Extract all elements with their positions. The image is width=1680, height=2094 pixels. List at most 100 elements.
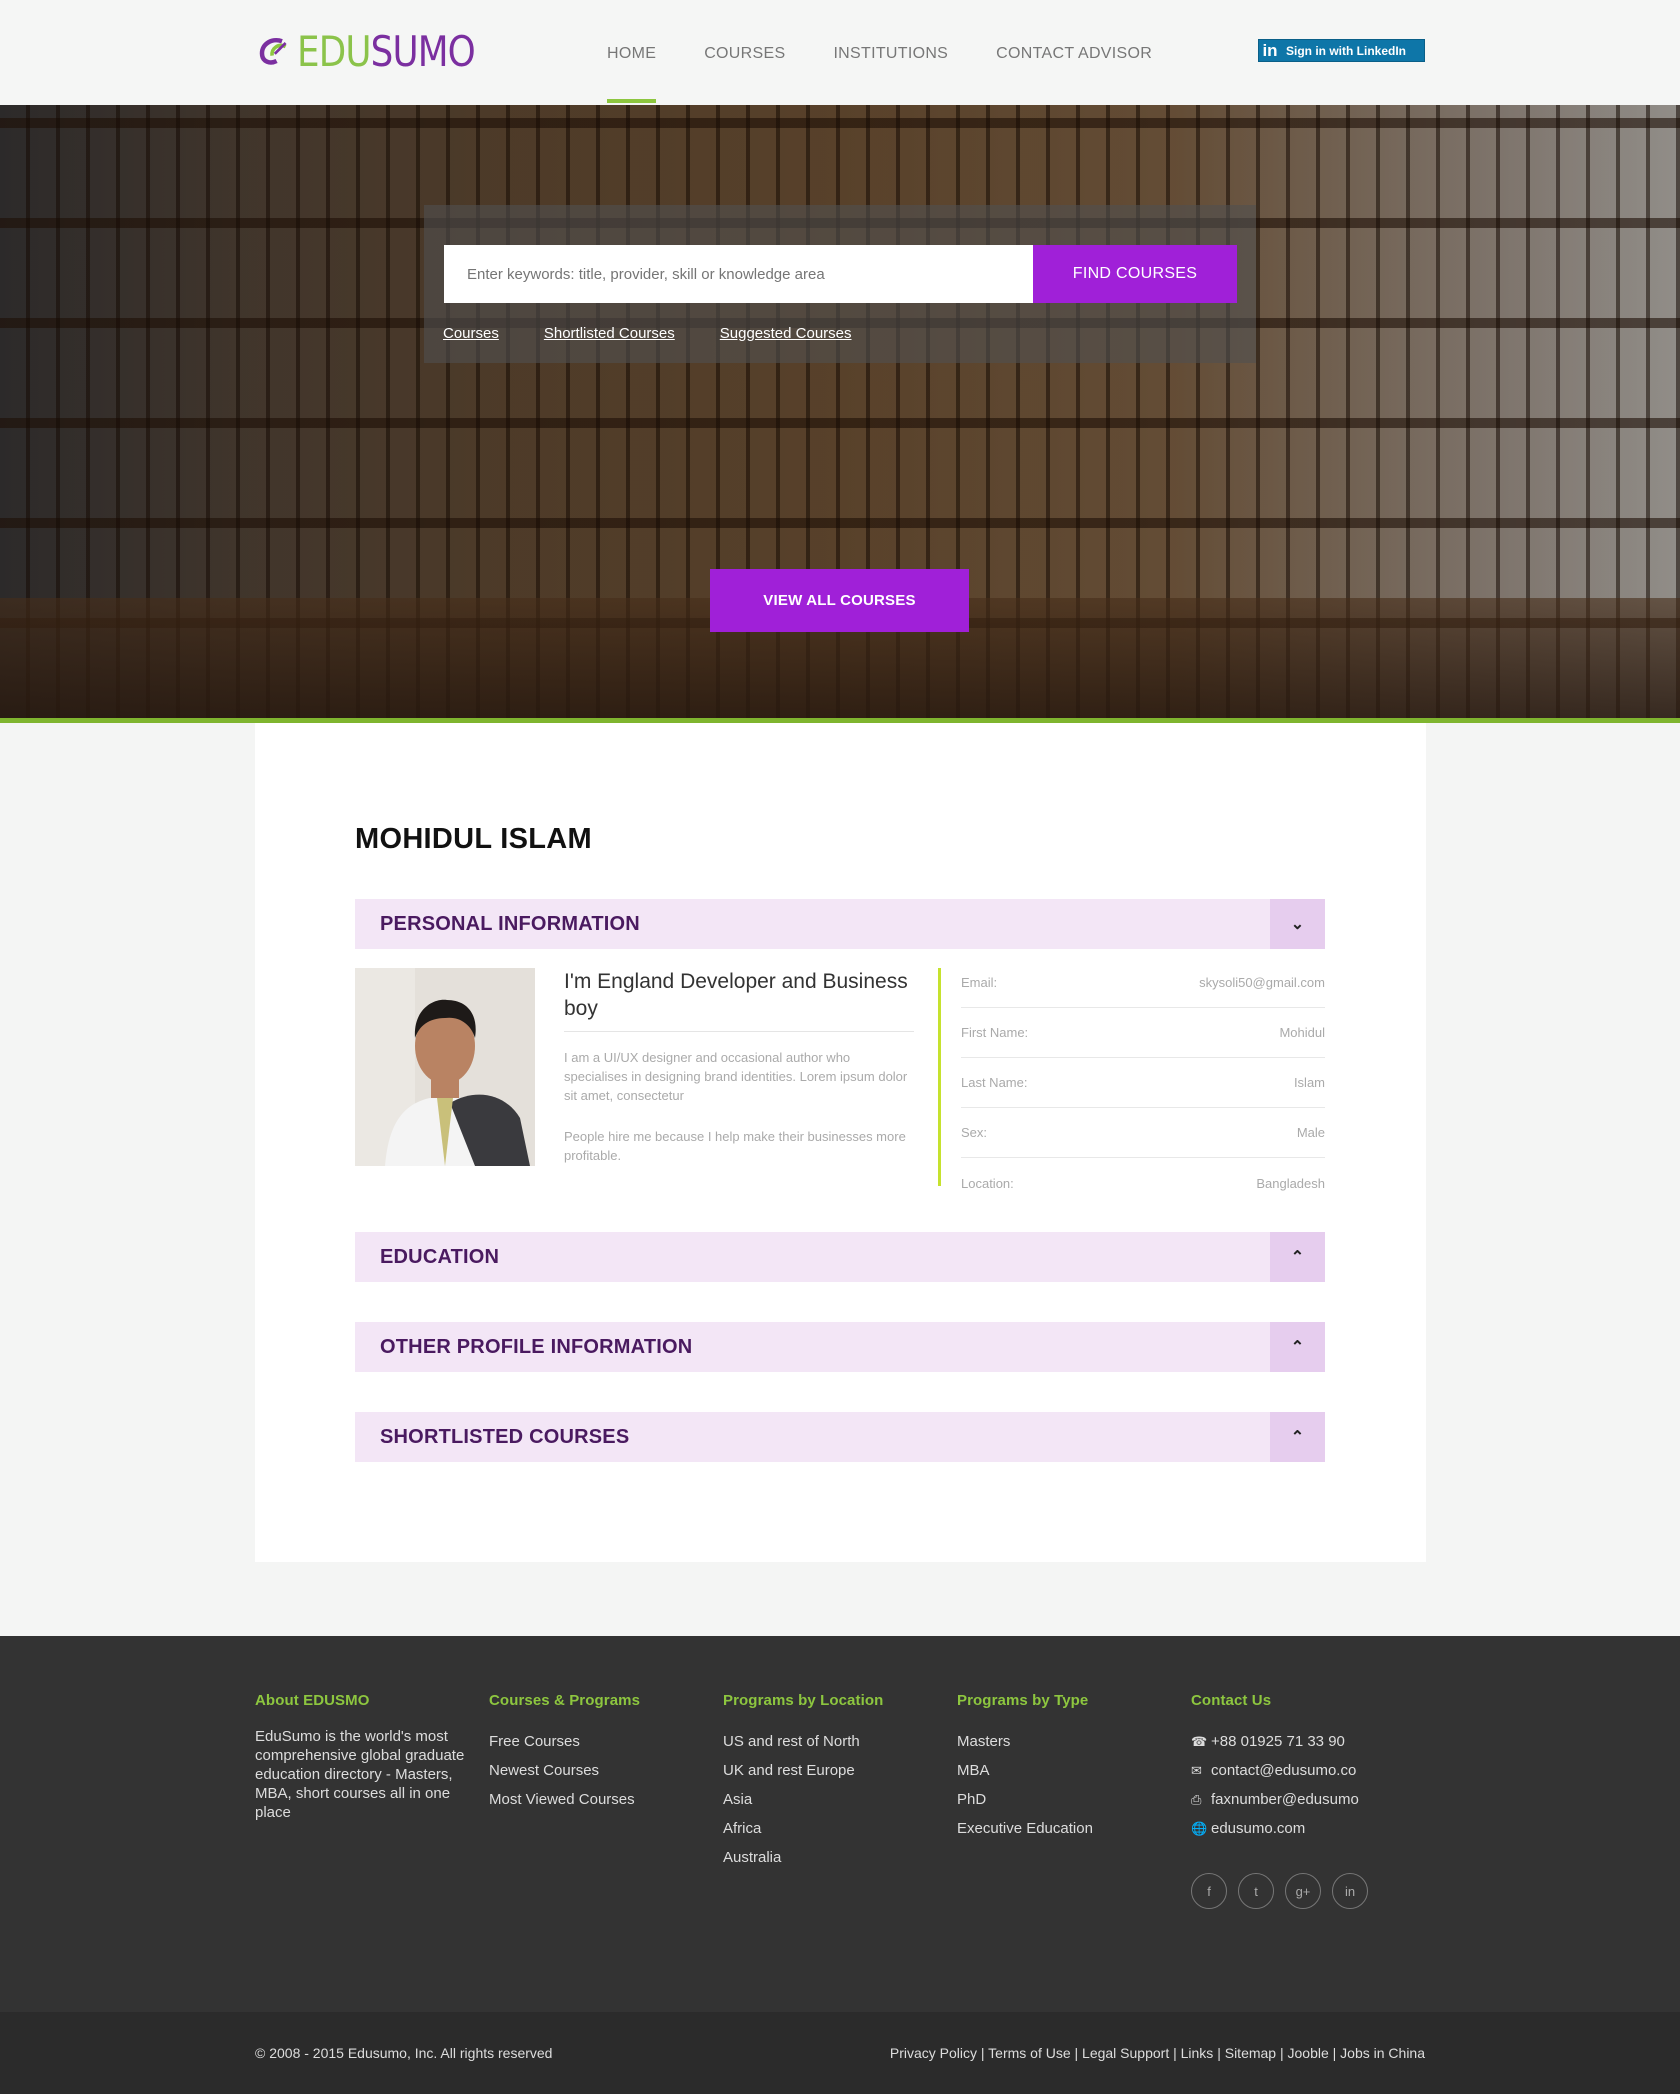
detail-row-last-name: Last Name: Islam bbox=[961, 1058, 1325, 1108]
profile-card: MOHIDUL ISLAM PERSONAL INFORMATION ⌄ I'm… bbox=[255, 723, 1426, 1562]
footer-link[interactable]: PhD bbox=[957, 1785, 1177, 1814]
section-title: EDUCATION bbox=[380, 1245, 500, 1268]
contact-fax: ⎙ faxnumber@edusumo bbox=[1191, 1785, 1431, 1814]
footer-type-title: Programs by Type bbox=[957, 1692, 1089, 1709]
detail-row-email: Email: skysoli50@gmail.com bbox=[961, 958, 1325, 1008]
logo-mark-icon bbox=[259, 38, 287, 65]
footer-link[interactable]: Asia bbox=[723, 1785, 943, 1814]
footer-link[interactable]: US and rest of North bbox=[723, 1727, 943, 1756]
detail-row-first-name: First Name: Mohidul bbox=[961, 1008, 1325, 1058]
bio-headline: I'm England Developer and Business boy bbox=[564, 968, 914, 1032]
footer-link[interactable]: Masters bbox=[957, 1727, 1177, 1756]
footer-link[interactable]: Australia bbox=[723, 1843, 943, 1872]
footer-contact-title: Contact Us bbox=[1191, 1692, 1272, 1709]
section-title: OTHER PROFILE INFORMATION bbox=[380, 1335, 693, 1358]
hero-banner: FIND COURSES Courses Shortlisted Courses… bbox=[0, 105, 1680, 718]
linkedin-signin-label: Sign in with LinkedIn bbox=[1286, 43, 1406, 58]
envelope-icon: ✉ bbox=[1191, 1763, 1202, 1778]
footer-link[interactable]: Newest Courses bbox=[489, 1756, 709, 1785]
detail-label: Email: bbox=[961, 975, 998, 990]
social-links: f t g+ in bbox=[1191, 1873, 1431, 1909]
link-suggested-courses[interactable]: Suggested Courses bbox=[720, 325, 852, 342]
detail-row-location: Location: Bangladesh bbox=[961, 1158, 1325, 1208]
google-plus-icon[interactable]: g+ bbox=[1285, 1873, 1321, 1909]
detail-value: Male bbox=[1296, 1125, 1325, 1140]
section-title: PERSONAL INFORMATION bbox=[380, 912, 640, 935]
details-divider bbox=[938, 968, 941, 1186]
linkedin-signin-button[interactable]: in Sign in with LinkedIn bbox=[1258, 39, 1425, 62]
footer-link[interactable]: Free Courses bbox=[489, 1727, 709, 1756]
main-nav: HOME COURSES INSTITUTIONS CONTACT ADVISO… bbox=[583, 0, 1176, 105]
find-courses-button[interactable]: FIND COURSES bbox=[1033, 245, 1237, 303]
detail-row-sex: Sex: Male bbox=[961, 1108, 1325, 1158]
site-footer: About EDUSMO EduSumo is the world's most… bbox=[0, 1636, 1680, 2012]
link-shortlisted-courses[interactable]: Shortlisted Courses bbox=[544, 325, 675, 342]
section-shortlisted-courses[interactable]: SHORTLISTED COURSES ⌃ bbox=[355, 1412, 1325, 1462]
bio-text-secondary: People hire me because I help make their… bbox=[564, 1129, 906, 1163]
detail-value: Mohidul bbox=[1279, 1025, 1325, 1040]
contact-web[interactable]: 🌐 edusumo.com bbox=[1191, 1814, 1431, 1843]
profile-photo bbox=[355, 968, 535, 1166]
detail-value: Islam bbox=[1293, 1075, 1325, 1090]
footer-location: Programs by Location US and rest of Nort… bbox=[723, 1692, 943, 1872]
footer-courses-title: Courses & Programs bbox=[489, 1692, 641, 1709]
detail-label: First Name: bbox=[961, 1025, 1029, 1040]
globe-icon: 🌐 bbox=[1191, 1821, 1208, 1836]
course-search-input[interactable] bbox=[444, 245, 1034, 303]
chevron-down-icon[interactable]: ⌄ bbox=[1270, 899, 1325, 949]
footer-bottom: © 2008 - 2015 Edusumo, Inc. All rights r… bbox=[0, 2012, 1680, 2094]
nav-home[interactable]: HOME bbox=[607, 0, 657, 105]
linkedin-icon[interactable]: in bbox=[1332, 1873, 1368, 1909]
footer-contact: Contact Us ☎ +88 01925 71 33 90 ✉ contact@… bbox=[1191, 1692, 1431, 1909]
edusumo-logo[interactable]: EDUSUMO bbox=[255, 30, 506, 74]
contact-phone-value: +88 01925 71 33 90 bbox=[1211, 1733, 1345, 1750]
profile-name: MOHIDUL ISLAM bbox=[355, 823, 592, 855]
logo-edu: EDU bbox=[297, 27, 371, 76]
copyright: © 2008 - 2015 Edusumo, Inc. All rights r… bbox=[255, 2045, 553, 2061]
chevron-up-icon[interactable]: ⌃ bbox=[1270, 1322, 1325, 1372]
footer-courses: Courses & Programs Free Courses Newest C… bbox=[489, 1692, 709, 1814]
link-courses[interactable]: Courses bbox=[443, 325, 499, 342]
bio-block: I'm England Developer and Business boy I… bbox=[564, 968, 914, 1165]
footer-link[interactable]: MBA bbox=[957, 1756, 1177, 1785]
contact-phone: ☎ +88 01925 71 33 90 bbox=[1191, 1727, 1431, 1756]
footer-location-title: Programs by Location bbox=[723, 1692, 884, 1709]
footer-about-title: About EDUSMO bbox=[255, 1692, 370, 1709]
personal-details: Email: skysoli50@gmail.com First Name: M… bbox=[961, 968, 1325, 1208]
contact-email[interactable]: ✉ contact@edusumo.co bbox=[1191, 1756, 1431, 1785]
detail-value: skysoli50@gmail.com bbox=[1199, 975, 1325, 990]
footer-link[interactable]: UK and rest Europe bbox=[723, 1756, 943, 1785]
footer-about-text: EduSumo is the world's most comprehensiv… bbox=[255, 1728, 465, 1821]
detail-label: Sex: bbox=[961, 1125, 988, 1140]
contact-fax-value: faxnumber@edusumo bbox=[1211, 1791, 1359, 1808]
legal-links[interactable]: Privacy Policy | Terms of Use | Legal Su… bbox=[890, 2045, 1425, 2061]
section-title: SHORTLISTED COURSES bbox=[380, 1425, 630, 1448]
nav-institutions[interactable]: INSTITUTIONS bbox=[833, 0, 948, 105]
chevron-up-icon[interactable]: ⌃ bbox=[1270, 1232, 1325, 1282]
section-education[interactable]: EDUCATION ⌃ bbox=[355, 1232, 1325, 1282]
search-panel: FIND COURSES Courses Shortlisted Courses… bbox=[424, 205, 1256, 363]
search-links: Courses Shortlisted Courses Suggested Co… bbox=[443, 325, 897, 342]
facebook-icon[interactable]: f bbox=[1191, 1873, 1227, 1909]
printer-icon: ⎙ bbox=[1191, 1792, 1202, 1807]
chevron-up-icon[interactable]: ⌃ bbox=[1270, 1412, 1325, 1462]
footer-link[interactable]: Most Viewed Courses bbox=[489, 1785, 709, 1814]
phone-icon: ☎ bbox=[1191, 1734, 1208, 1749]
section-other-profile-information[interactable]: OTHER PROFILE INFORMATION ⌃ bbox=[355, 1322, 1325, 1372]
footer-about: About EDUSMO EduSumo is the world's most… bbox=[255, 1692, 475, 1822]
footer-link[interactable]: Africa bbox=[723, 1814, 943, 1843]
linkedin-icon: in bbox=[1262, 40, 1278, 60]
nav-courses[interactable]: COURSES bbox=[704, 0, 785, 105]
section-personal-information[interactable]: PERSONAL INFORMATION ⌄ bbox=[355, 899, 1325, 949]
nav-contact-advisor[interactable]: CONTACT ADVISOR bbox=[996, 0, 1152, 105]
footer-link[interactable]: Executive Education bbox=[957, 1814, 1177, 1843]
contact-email-value: contact@edusumo.co bbox=[1211, 1762, 1357, 1779]
footer-type: Programs by Type Masters MBA PhD Executi… bbox=[957, 1692, 1177, 1843]
logo-sumo: SUMO bbox=[370, 27, 476, 76]
detail-label: Location: bbox=[961, 1175, 1014, 1191]
twitter-icon[interactable]: t bbox=[1238, 1873, 1274, 1909]
bio-text: I am a UI/UX designer and occasional aut… bbox=[564, 1050, 908, 1103]
detail-label: Last Name: bbox=[961, 1075, 1028, 1090]
site-header: EDUSUMO HOME COURSES INSTITUTIONS CONTAC… bbox=[0, 0, 1680, 105]
view-all-courses-button[interactable]: VIEW ALL COURSES bbox=[710, 569, 969, 632]
